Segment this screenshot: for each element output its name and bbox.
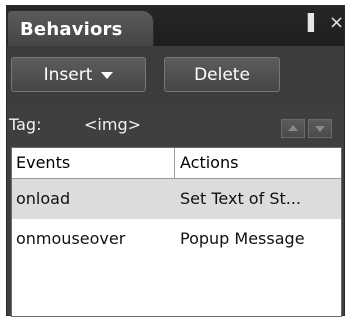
behaviors-toolbar: Insert Delete [7,46,344,104]
tab-behaviors[interactable]: Behaviors [7,10,154,46]
delete-button-label: Delete [194,64,250,85]
insert-button[interactable]: Insert [11,57,146,92]
delete-button[interactable]: Delete [164,57,280,92]
event-cell: onload [16,189,71,208]
table-row[interactable]: onmouseover Popup Message [12,219,341,259]
tag-row: Tag: <img> [7,104,344,144]
behaviors-panel: Behaviors ▌ × Insert Delete Tag: <img> E… [6,5,345,317]
table-header: Events Actions [12,148,341,179]
tag-label: Tag: [9,115,42,134]
table-body: onload Set Text of St... onmouseover Pop… [12,179,341,259]
action-cell: Set Text of St... [180,189,301,208]
pin-icon[interactable]: ▌ [308,15,320,31]
panel-title: Behaviors [20,19,123,40]
column-divider[interactable] [174,148,175,178]
event-cell: onmouseover [16,229,126,248]
chevron-down-icon [101,72,114,79]
action-cell: Popup Message [180,229,305,248]
close-icon[interactable]: × [329,14,344,32]
arrow-up-icon[interactable] [281,119,305,138]
column-header-events[interactable]: Events [16,153,70,172]
panel-tab-strip: Behaviors ▌ × [7,6,344,46]
arrow-down-icon[interactable] [308,119,332,138]
insert-button-label: Insert [43,64,93,85]
tag-value: <img> [84,115,141,134]
behaviors-table: Events Actions onload Set Text of St... … [11,147,342,317]
table-row[interactable]: onload Set Text of St... [12,179,341,219]
column-header-actions[interactable]: Actions [180,153,238,172]
